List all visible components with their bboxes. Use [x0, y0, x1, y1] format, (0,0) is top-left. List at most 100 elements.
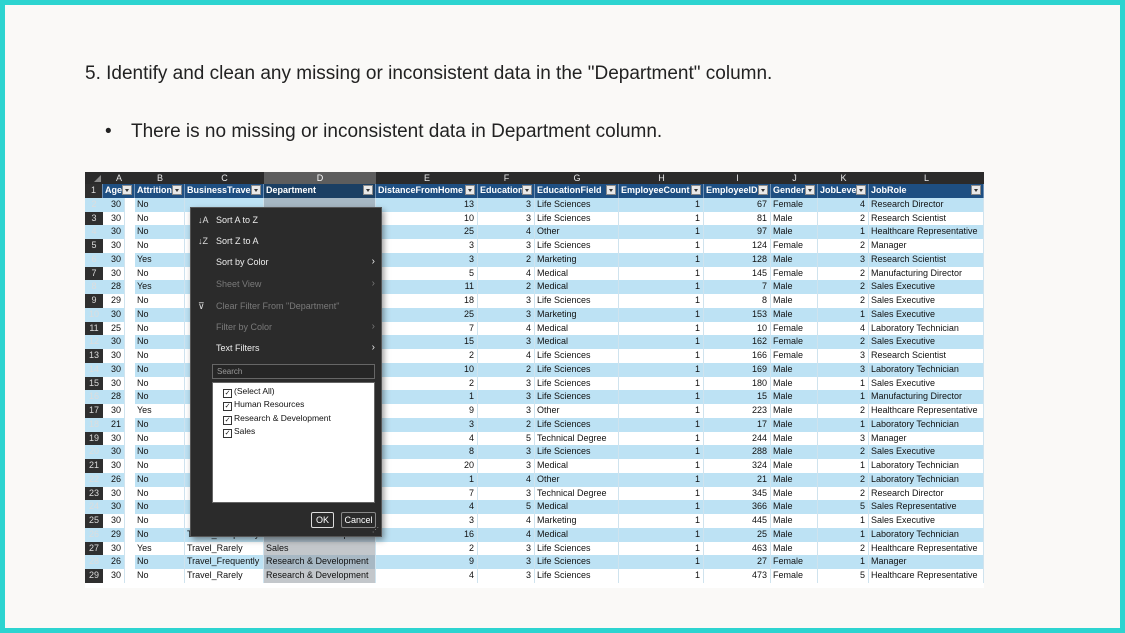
- table-cell[interactable]: 5: [478, 500, 535, 514]
- table-cell[interactable]: 97: [704, 225, 771, 239]
- table-cell[interactable]: 4: [478, 266, 535, 281]
- column-letter[interactable]: C: [185, 172, 264, 184]
- table-cell[interactable]: 15: [704, 390, 771, 404]
- row-number[interactable]: 2: [85, 197, 103, 212]
- table-cell[interactable]: 1: [619, 225, 704, 239]
- table-cell[interactable]: 30: [103, 197, 125, 212]
- table-cell[interactable]: 21: [103, 417, 125, 432]
- table-cell[interactable]: 1: [818, 555, 869, 569]
- table-cell[interactable]: 2: [818, 486, 869, 501]
- table-cell[interactable]: 1: [619, 500, 704, 514]
- table-cell[interactable]: Medical: [535, 280, 619, 294]
- column-letter[interactable]: J: [771, 172, 818, 184]
- table-cell[interactable]: 1: [619, 349, 704, 363]
- filter-dropdown-icon[interactable]: [522, 185, 532, 195]
- table-cell[interactable]: 17: [704, 417, 771, 432]
- table-cell[interactable]: 1: [619, 321, 704, 336]
- filter-dropdown-icon[interactable]: [606, 185, 616, 195]
- column-header[interactable]: Age: [103, 184, 135, 198]
- column-letter[interactable]: H: [619, 172, 704, 184]
- table-cell[interactable]: Male: [771, 500, 818, 514]
- table-cell[interactable]: 1: [818, 390, 869, 404]
- table-cell[interactable]: 3: [478, 459, 535, 473]
- filter-value-checkbox[interactable]: ✓ (Select All): [223, 385, 275, 398]
- column-header[interactable]: EmployeeID: [704, 184, 771, 198]
- table-cell[interactable]: 7: [376, 486, 478, 501]
- column-letter[interactable]: F: [478, 172, 535, 184]
- column-letter[interactable]: B: [135, 172, 185, 184]
- table-cell[interactable]: 1: [818, 225, 869, 239]
- row-number[interactable]: 21: [85, 459, 103, 473]
- table-cell[interactable]: 25: [103, 321, 125, 336]
- column-letter[interactable]: E: [376, 172, 478, 184]
- column-header[interactable]: JobLevel: [818, 184, 869, 198]
- table-cell[interactable]: 1: [619, 266, 704, 281]
- table-cell[interactable]: 3: [478, 376, 535, 391]
- table-cell[interactable]: 3: [376, 417, 478, 432]
- table-cell[interactable]: 25: [376, 225, 478, 239]
- table-cell[interactable]: No: [135, 307, 185, 322]
- table-cell[interactable]: Life Sciences: [535, 239, 619, 253]
- table-cell[interactable]: Manufacturing Director: [869, 390, 984, 404]
- table-cell[interactable]: No: [135, 197, 185, 212]
- checkbox-icon[interactable]: ✓: [223, 389, 232, 398]
- row-number[interactable]: 8: [85, 280, 103, 294]
- table-cell[interactable]: 4: [478, 349, 535, 363]
- table-cell[interactable]: 1: [376, 390, 478, 404]
- table-cell[interactable]: 3: [818, 431, 869, 446]
- table-cell[interactable]: 30: [103, 541, 125, 556]
- table-cell[interactable]: Other: [535, 225, 619, 239]
- table-cell[interactable]: No: [135, 486, 185, 501]
- row-number[interactable]: 20: [85, 445, 103, 459]
- table-cell[interactable]: 324: [704, 459, 771, 473]
- table-cell[interactable]: 30: [103, 225, 125, 239]
- row-number[interactable]: 3: [85, 211, 103, 226]
- table-cell[interactable]: 30: [103, 431, 125, 446]
- table-cell[interactable]: No: [135, 390, 185, 404]
- table-cell[interactable]: 1: [619, 431, 704, 446]
- filter-value-checkbox[interactable]: ✓ Research & Development: [223, 412, 331, 425]
- row-number[interactable]: 26: [85, 527, 103, 542]
- table-cell[interactable]: Technical Degree: [535, 431, 619, 446]
- table-cell[interactable]: 3: [478, 541, 535, 556]
- table-cell[interactable]: 3: [478, 197, 535, 212]
- filter-dropdown-icon[interactable]: [971, 185, 981, 195]
- table-cell[interactable]: 5: [818, 569, 869, 583]
- table-cell[interactable]: 29: [103, 527, 125, 542]
- table-cell[interactable]: 11: [376, 280, 478, 294]
- column-header[interactable]: BusinessTravel: [185, 184, 264, 198]
- table-cell[interactable]: Male: [771, 486, 818, 501]
- table-cell[interactable]: 8: [704, 294, 771, 308]
- table-cell[interactable]: 30: [103, 500, 125, 514]
- table-cell[interactable]: Laboratory Technician: [869, 417, 984, 432]
- table-cell[interactable]: No: [135, 294, 185, 308]
- row-number[interactable]: 1: [85, 184, 103, 198]
- select-all-corner[interactable]: [85, 172, 103, 184]
- row-number[interactable]: 13: [85, 349, 103, 363]
- column-letter[interactable]: D: [264, 172, 376, 184]
- table-cell[interactable]: No: [135, 362, 185, 377]
- column-header[interactable]: Department: [264, 184, 376, 198]
- table-cell[interactable]: No: [135, 335, 185, 349]
- table-cell[interactable]: Male: [771, 390, 818, 404]
- table-cell[interactable]: 473: [704, 569, 771, 583]
- table-cell[interactable]: 2: [376, 541, 478, 556]
- column-letter[interactable]: K: [818, 172, 869, 184]
- column-header[interactable]: EmployeeCount: [619, 184, 704, 198]
- table-cell[interactable]: Life Sciences: [535, 390, 619, 404]
- table-cell[interactable]: 8: [376, 445, 478, 459]
- table-cell[interactable]: Research Scientist: [869, 211, 984, 226]
- table-cell[interactable]: Sales Executive: [869, 376, 984, 391]
- table-cell[interactable]: 21: [704, 472, 771, 487]
- column-header[interactable]: Attrition: [135, 184, 185, 198]
- table-cell[interactable]: 153: [704, 307, 771, 322]
- row-number[interactable]: 9: [85, 294, 103, 308]
- table-cell[interactable]: 124: [704, 239, 771, 253]
- table-cell[interactable]: 3: [376, 252, 478, 267]
- table-cell[interactable]: 4: [376, 431, 478, 446]
- table-cell[interactable]: No: [135, 445, 185, 459]
- table-cell[interactable]: 2: [478, 417, 535, 432]
- table-cell[interactable]: Medical: [535, 266, 619, 281]
- table-cell[interactable]: 4: [478, 321, 535, 336]
- row-number[interactable]: 15: [85, 376, 103, 391]
